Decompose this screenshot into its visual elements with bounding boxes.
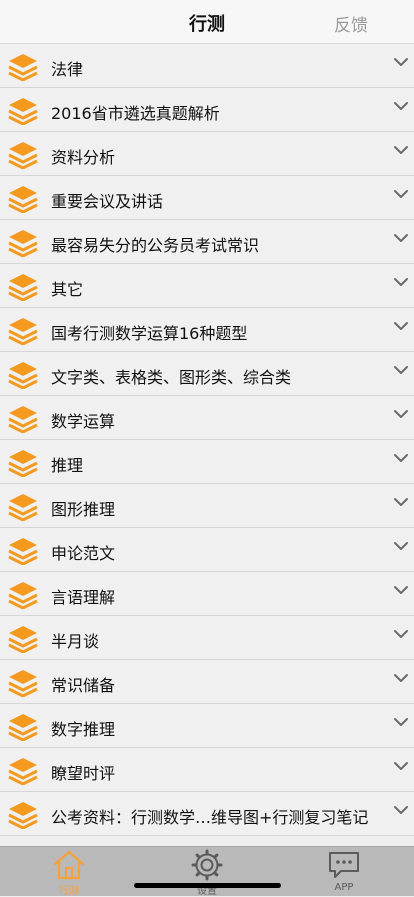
chevron-down-icon <box>394 498 408 506</box>
list-item-label: 数字推理 <box>51 720 116 739</box>
list-item-label: 瞭望时评 <box>51 764 116 783</box>
list-item-label: 数学运算 <box>51 412 116 431</box>
layers-stack-icon <box>8 802 38 829</box>
list-item-label: 申论范文 <box>51 544 116 563</box>
layers-stack-icon <box>8 582 38 609</box>
chevron-down-icon <box>394 410 408 418</box>
chevron-down-icon <box>394 278 408 286</box>
chevron-down-icon <box>394 58 408 66</box>
list-item-label: 重要会议及讲话 <box>51 192 164 211</box>
layers-stack-icon <box>8 714 38 741</box>
list-item-label: 其它 <box>51 280 84 299</box>
list-item-label: 半月谈 <box>51 632 100 651</box>
list-item[interactable]: 数字推理 <box>0 704 414 748</box>
list-item[interactable]: 国考行测数学运算16种题型 <box>0 308 414 352</box>
list-item-label: 2016省市遴选真题解析 <box>51 104 220 123</box>
layers-stack-icon <box>8 538 38 565</box>
list-item[interactable]: 推理 <box>0 440 414 484</box>
layers-stack-icon <box>8 54 38 81</box>
list-item-label: 推理 <box>51 456 84 475</box>
list-item-label: 公考资料：行测数学…维导图+行测复习笔记 <box>51 808 369 827</box>
chevron-down-icon <box>394 102 408 110</box>
list-item[interactable]: 言语理解 <box>0 572 414 616</box>
layers-stack-icon <box>8 230 38 257</box>
chevron-down-icon <box>394 146 408 154</box>
tab-xingce[interactable]: 行测 <box>39 849 99 897</box>
list-item-label: 常识储备 <box>51 676 116 695</box>
list-item[interactable]: 常识储备 <box>0 660 414 704</box>
tab-label: 行测 <box>59 886 79 897</box>
layers-stack-icon <box>8 494 38 521</box>
layers-stack-icon <box>8 406 38 433</box>
chevron-down-icon <box>394 366 408 374</box>
list-item[interactable]: 重要会议及讲话 <box>0 176 414 220</box>
list-item[interactable]: 文字类、表格类、图形类、综合类 <box>0 352 414 396</box>
list-item-label: 法律 <box>51 60 84 79</box>
layers-stack-icon <box>8 758 38 785</box>
layers-stack-icon <box>8 274 38 301</box>
list-item[interactable]: 2016省市遴选真题解析 <box>0 88 414 132</box>
layers-stack-icon <box>8 142 38 169</box>
chevron-down-icon <box>394 454 408 462</box>
tab-label: APP <box>334 882 354 893</box>
chevron-down-icon <box>394 718 408 726</box>
layers-stack-icon <box>8 318 38 345</box>
list-item-label: 图形推理 <box>51 500 116 519</box>
list-item[interactable]: 其它 <box>0 264 414 308</box>
list-item[interactable]: 申论范文 <box>0 528 414 572</box>
chevron-down-icon <box>394 542 408 550</box>
list-item[interactable]: 法律 <box>0 44 414 88</box>
chevron-down-icon <box>394 630 408 638</box>
chevron-down-icon <box>394 190 408 198</box>
home-indicator <box>134 883 281 888</box>
list-item[interactable]: 数学运算 <box>0 396 414 440</box>
tab-app[interactable]: APP <box>314 849 374 893</box>
list-item-label: 文字类、表格类、图形类、综合类 <box>51 368 292 387</box>
navigation-bar: 行测 反馈 <box>0 0 414 44</box>
chevron-down-icon <box>394 806 408 814</box>
list-item[interactable]: 半月谈 <box>0 616 414 660</box>
feedback-button[interactable]: 反馈 <box>334 11 368 36</box>
chat-bubble-icon <box>329 852 359 878</box>
list-item[interactable]: 公考资料：行测数学…维导图+行测复习笔记 <box>0 792 414 836</box>
chevron-down-icon <box>394 322 408 330</box>
house-icon <box>53 850 85 880</box>
list-item[interactable]: 图形推理 <box>0 484 414 528</box>
layers-stack-icon <box>8 450 38 477</box>
chevron-down-icon <box>394 234 408 242</box>
list-item-label: 最容易失分的公务员考试常识 <box>51 236 260 255</box>
chevron-down-icon <box>394 762 408 770</box>
list-item[interactable]: 最容易失分的公务员考试常识 <box>0 220 414 264</box>
layers-stack-icon <box>8 186 38 213</box>
tab-settings[interactable]: 设置 <box>177 849 237 897</box>
list-item-label: 国考行测数学运算16种题型 <box>51 324 248 343</box>
layers-stack-icon <box>8 362 38 389</box>
chevron-down-icon <box>394 674 408 682</box>
gear-icon <box>191 849 223 881</box>
list-item[interactable]: 资料分析 <box>0 132 414 176</box>
list-item-label: 资料分析 <box>51 148 116 167</box>
tab-bar: 行测 设置 APP <box>0 846 414 897</box>
layers-stack-icon <box>8 670 38 697</box>
layers-stack-icon <box>8 626 38 653</box>
category-list: 法律 2016省市遴选真题解析 资料分析重要会议及讲话最容易失分的公务员考试常识 其它… <box>0 44 414 836</box>
layers-stack-icon <box>8 98 38 125</box>
chevron-down-icon <box>394 586 408 594</box>
list-item-label: 言语理解 <box>51 588 116 607</box>
list-item[interactable]: 瞭望时评 <box>0 748 414 792</box>
